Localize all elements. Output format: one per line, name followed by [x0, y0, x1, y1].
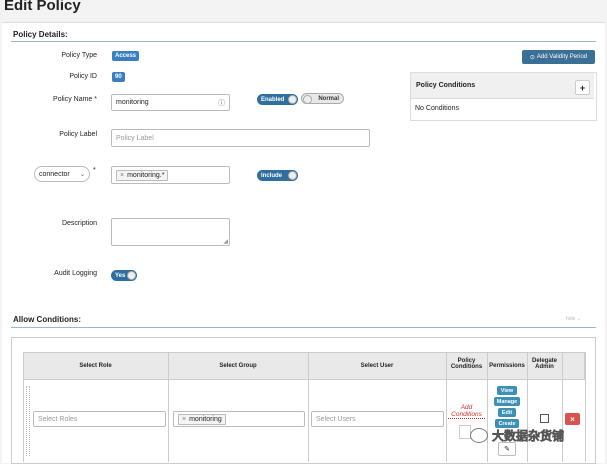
close-icon: ×: [570, 414, 575, 424]
toggle-knob: [288, 95, 297, 104]
allow-conditions-heading: Allow Conditions:: [13, 315, 81, 324]
watermark-text: 大数据杂货铺: [492, 428, 565, 443]
select-users-input[interactable]: Select Users: [311, 411, 444, 427]
column-divider: [585, 352, 586, 462]
select-users-placeholder: Select Users: [316, 415, 356, 423]
link-line: Conditions: [448, 411, 485, 419]
header-policy-conditions: Policy Conditions: [446, 358, 487, 370]
permission-view[interactable]: View: [497, 386, 517, 395]
remove-tag-icon[interactable]: ×: [182, 416, 186, 423]
policy-type-badge: Access: [112, 51, 140, 61]
policy-label-label: Policy Label: [59, 131, 97, 138]
column-divider: [562, 352, 563, 462]
pencil-icon: ✎: [504, 446, 510, 453]
watermark: 大数据杂货铺: [470, 425, 600, 445]
section-divider: [11, 41, 596, 42]
header-permissions: Permissions: [489, 363, 525, 369]
toggle-knob: [303, 95, 312, 104]
select-roles-placeholder: Select Roles: [38, 415, 78, 423]
policy-id-badge: 90: [112, 72, 125, 82]
policy-details-heading: Policy Details:: [13, 30, 68, 39]
link-line: Add: [460, 404, 473, 411]
audit-logging-label: Audit Logging: [54, 270, 97, 277]
select-roles-input[interactable]: Select Roles: [33, 411, 166, 427]
description-textarea[interactable]: ◢: [111, 218, 230, 246]
resource-values-input[interactable]: × monitoring.*: [111, 166, 230, 184]
policy-name-input[interactable]: monitoring ⓘ: [111, 94, 230, 111]
wechat-icon: [470, 427, 488, 443]
header-select-role: Select Role: [79, 363, 112, 369]
group-tag[interactable]: × monitoring: [178, 413, 226, 425]
add-validity-period-label: Add Validity Period: [536, 54, 588, 60]
hide-toggle-link[interactable]: hide ⌄: [566, 316, 581, 322]
policy-conditions-header: Policy Conditions: [411, 73, 594, 99]
resource-tag[interactable]: × monitoring.*: [116, 169, 169, 181]
policy-conditions-title: Policy Conditions: [416, 82, 476, 89]
header-select-group: Select Group: [219, 363, 257, 369]
header-line: Admin: [535, 364, 554, 370]
select-group-input[interactable]: × monitoring: [173, 411, 305, 427]
header-select-user: Select User: [360, 363, 394, 369]
remove-tag-icon[interactable]: ×: [120, 172, 124, 179]
add-policy-condition-button[interactable]: +: [575, 80, 590, 95]
policy-id-label: Policy ID: [69, 73, 97, 80]
permission-edit[interactable]: Edit: [498, 408, 516, 417]
chevron-down-icon: ⌄: [79, 171, 85, 178]
delete-row-button[interactable]: ×: [565, 413, 580, 425]
include-toggle[interactable]: Include: [257, 170, 298, 181]
resource-tag-label: monitoring.*: [127, 171, 165, 179]
add-conditions-link[interactable]: Add Conditions: [448, 404, 485, 419]
clock-icon: ⊙: [529, 54, 535, 61]
section-divider: [11, 327, 596, 328]
add-validity-period-button[interactable]: ⊙ Add Validity Period: [522, 50, 595, 64]
normal-toggle-label: Normal: [318, 95, 339, 102]
delegate-admin-checkbox[interactable]: [540, 414, 549, 423]
permission-manage[interactable]: Manage: [494, 397, 520, 406]
drag-handle[interactable]: [26, 386, 30, 456]
policy-label-input[interactable]: Policy Label: [111, 129, 370, 147]
header-line: Conditions: [450, 364, 483, 370]
policy-name-label: Policy Name *: [53, 96, 97, 103]
toggle-knob: [127, 271, 136, 280]
plus-icon: +: [579, 82, 586, 93]
enabled-toggle[interactable]: Enabled: [257, 94, 298, 105]
required-marker: *: [93, 167, 96, 174]
policy-label-placeholder: Policy Label: [116, 134, 154, 142]
no-conditions-text: No Conditions: [415, 105, 459, 112]
resource-type-value: connector: [39, 170, 70, 178]
policy-name-value: monitoring: [116, 99, 149, 106]
header-delegate-admin: Delegate Admin: [527, 358, 562, 370]
resource-type-select[interactable]: connector ⌄: [34, 166, 90, 182]
toggle-knob: [288, 171, 297, 180]
normal-toggle[interactable]: Normal: [301, 93, 344, 104]
description-label: Description: [61, 220, 97, 227]
policy-type-label: Policy Type: [61, 52, 97, 59]
group-tag-label: monitoring: [189, 415, 222, 423]
enabled-toggle-label: Enabled: [261, 96, 285, 103]
audit-toggle-label: Yes: [115, 272, 126, 279]
include-toggle-label: Include: [261, 172, 283, 179]
audit-logging-toggle[interactable]: Yes: [111, 270, 137, 281]
page-title: Edit Policy: [4, 0, 81, 14]
resize-handle-icon: ◢: [223, 239, 228, 245]
info-icon: ⓘ: [218, 99, 225, 107]
